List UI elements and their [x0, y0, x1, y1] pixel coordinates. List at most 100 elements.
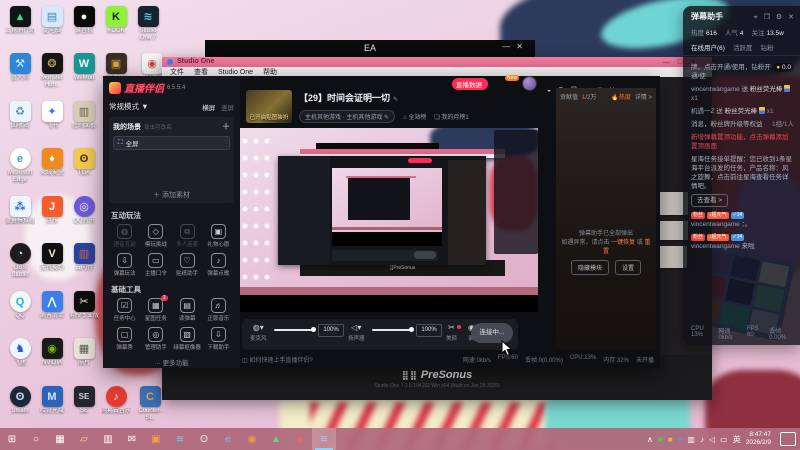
tool-星图任务[interactable]: ▦ 1 星图任务 — [140, 295, 171, 322]
details-link[interactable]: 详情 > — [635, 92, 652, 101]
desktop-icon-NVIDIA[interactable]: ◉ NVIDIA — [37, 338, 67, 367]
danmaku-tab-0[interactable]: 在线用户(6) — [691, 42, 725, 52]
add-material-button[interactable]: ＋ 添加素材 — [109, 190, 234, 200]
popout-icon[interactable]: ❐ — [764, 14, 770, 21]
taskbar-obs[interactable]: ▲ — [264, 428, 288, 450]
desktop-icon-云闪付[interactable]: ▥ 云闪付 — [69, 243, 99, 272]
desktop-icon-控制面板[interactable]: ▥ 控制面板 — [69, 101, 99, 130]
display-icon[interactable]: ▭ — [720, 435, 728, 444]
desktop-icon-鲁大师[interactable]: ⚒ 鲁大师 — [5, 53, 35, 82]
desktop-icon-蓝叠模拟器[interactable]: ⁂ 蓝叠模拟器 — [5, 196, 35, 225]
desktop-icon-火绒安全[interactable]: ♦ 火绒安全 — [37, 148, 67, 177]
tool-绿幕抠像器[interactable]: ▧ 绿幕抠像器 — [172, 327, 203, 351]
speaker-slider[interactable] — [372, 327, 414, 332]
clock[interactable]: 8:47:47 2026/2/9 — [746, 431, 771, 447]
menu-item-Studio One[interactable]: Studio One — [218, 69, 253, 76]
rank-monthly[interactable]: ❏ 我的月榜1 — [434, 112, 468, 121]
color-app-icon[interactable]: ■ — [668, 435, 673, 444]
help-link[interactable]: ◫ 如何快速上手直播伴侣? — [242, 355, 313, 364]
studio-one-titlebar[interactable]: Studio One —□✕ — [162, 57, 712, 67]
orientation-portrait[interactable]: 竖屏 — [221, 105, 234, 112]
taskbar-start[interactable]: ⊞ — [0, 428, 24, 450]
tool-弹幕点歌[interactable]: ♪ 弹幕点歌 — [203, 253, 234, 277]
tool-读弹幕[interactable]: ▤ 读弹幕 — [172, 298, 203, 322]
desktop-icon-OBS Studio[interactable]: ◔ OBS Studio — [5, 243, 35, 279]
mic-icon[interactable]: ♪ — [700, 435, 704, 444]
mic-slider[interactable] — [274, 327, 316, 332]
ea-window[interactable]: EA —✕ — [205, 40, 535, 57]
taskbar-search[interactable]: ○ — [24, 428, 48, 450]
beauty-button[interactable]: ✂ 美颜 — [446, 323, 462, 342]
tool-弹幕秀[interactable]: ▢ 弹幕秀 — [109, 327, 140, 351]
hide-module-button[interactable]: 隐藏模块 — [570, 260, 609, 275]
tool-模玩挑战[interactable]: ◇ 模玩挑战 — [140, 224, 171, 248]
desktop-icon-QQ音乐[interactable]: ◎ QQ音乐 — [69, 196, 99, 225]
ime-indicator[interactable]: 英 — [733, 434, 741, 445]
desktop-icon-无畏契约[interactable]: V 无畏契约 — [37, 243, 67, 272]
category-tag[interactable]: 主机其他游戏 · 主机其他游戏 ✎ — [299, 110, 396, 123]
desktop-icon-录音机[interactable]: ● 录音机 — [69, 6, 99, 35]
ea-close-button[interactable]: ✕ — [516, 42, 529, 51]
edit-title-icon[interactable]: ✎ — [393, 97, 398, 103]
danmaku-tab-1[interactable]: 活跃度 — [733, 42, 753, 52]
restore-link[interactable]: 一键恢复 — [611, 240, 635, 246]
volume-icon[interactable]: ◁ — [709, 435, 715, 444]
speaker-control[interactable]: ◁▾ 扬声器 — [348, 323, 365, 342]
hidden-icons-chevron[interactable]: ∧ — [647, 435, 653, 444]
taskbar-studio-one[interactable]: ≋ — [168, 428, 192, 450]
ea-minimize-button[interactable]: — — [502, 42, 516, 51]
desktop-icon-滴答清单[interactable]: ⋀ 滴答清单 — [37, 291, 67, 320]
desktop-icon-京东[interactable]: J 京东 — [37, 196, 67, 225]
desktop-icon-Studio One 7[interactable]: ≋ Studio One 7 — [133, 6, 163, 42]
taskbar-mail[interactable]: ✉ — [120, 428, 144, 450]
tool-语音互动[interactable]: ◍ 语音互动 — [109, 224, 140, 248]
danmaku-tab-2[interactable]: 钻粉 — [760, 42, 773, 52]
taskbar-edge[interactable]: e — [216, 428, 240, 450]
scene-item-fullscreen[interactable]: ⛶ 全屏 — [113, 136, 230, 150]
desktop-icon-此电脑[interactable]: ▤ 此电脑 — [37, 6, 67, 35]
close-icon[interactable]: ✕ — [788, 14, 794, 21]
mic-volume-value[interactable]: 100% — [318, 324, 344, 337]
desktop-icon-网易云音乐[interactable]: ♪ 网易云音乐 — [101, 386, 131, 415]
pin-icon[interactable]: ⌖ — [754, 14, 758, 21]
mic-control[interactable]: ◍▾ 麦克风 — [250, 323, 267, 342]
tool-礼物心愿[interactable]: ▣ 礼物心愿 — [203, 224, 234, 248]
tool-任务中心[interactable]: ☑ 任务中心 — [109, 298, 140, 322]
desktop-icon-回收站[interactable]: ♻ 回收站 — [5, 101, 35, 130]
desktop-icon-Monster Hun..[interactable]: ❂ Monster Hun.. — [37, 53, 67, 89]
taskbar-file-explorer[interactable]: ▱ — [72, 428, 96, 450]
stream-thumbnail[interactable]: 已开启贴图装扮 — [246, 90, 292, 123]
taskbar-steam[interactable]: ʘ — [192, 428, 216, 450]
desktop-icon-Counter-Si..[interactable]: C Counter-Si.. — [135, 386, 165, 422]
rank-all-site[interactable]: ⌂ 全站榜 — [403, 112, 426, 121]
hot-tab[interactable]: 🔥热度 — [611, 92, 630, 101]
task-view-button[interactable]: 去查看 > — [691, 194, 729, 207]
orientation-landscape[interactable]: 横屏 — [202, 105, 215, 112]
taskbar-app-orange[interactable]: ▣ — [144, 428, 168, 450]
tool-弹幕玩法[interactable]: ⇩ 弹幕玩法 — [109, 253, 140, 277]
settings-icon[interactable]: ⚙ — [776, 14, 782, 21]
defender-icon[interactable]: ▥ — [687, 435, 695, 444]
speaker-volume-value[interactable]: 100% — [416, 324, 442, 337]
green-app-icon[interactable]: ■ — [658, 435, 663, 444]
panel-settings-button[interactable]: 设置 — [615, 260, 642, 275]
tool-管理助手[interactable]: ◎ 管理助手 — [140, 327, 171, 351]
taskbar-firefox[interactable]: ◉ — [240, 428, 264, 450]
taskbar-app-red[interactable]: ◈ — [288, 428, 312, 450]
blue-app-icon[interactable]: ● — [678, 435, 683, 444]
desktop-icon-剪映专业版[interactable]: ✂ 剪映专业版 — [69, 291, 99, 320]
desktop-icon-飞猪[interactable]: ♞ 飞猪 — [5, 338, 35, 367]
desktop-icon-QQ[interactable]: Q QQ — [5, 291, 35, 320]
add-scene-button[interactable]: ＋ — [222, 121, 230, 132]
desktop-icon-飞书[interactable]: ✦ 飞书 — [37, 101, 67, 130]
desktop-icon-Steam[interactable]: ʘ Steam — [5, 386, 35, 415]
tool-主播口令[interactable]: ▭ 主播口令 — [140, 253, 171, 277]
tool-贴纸助手[interactable]: ♡ 贴纸助手 — [172, 253, 203, 277]
desktop-icon-WeMod[interactable]: W WeMod — [69, 53, 99, 82]
mode-dropdown[interactable]: 常规模式 ▼ — [109, 101, 149, 112]
taskbar-live-companion[interactable]: ≋ — [312, 428, 336, 450]
tool-下载助手[interactable]: ⇩ 下载助手 — [203, 327, 234, 351]
more-features-button[interactable]: ··· 更多功能 — [109, 357, 234, 367]
desktop-icon-SE[interactable]: SE SE — [69, 386, 99, 415]
desktop-icon-TGA[interactable]: ʘ TGA — [69, 148, 99, 177]
